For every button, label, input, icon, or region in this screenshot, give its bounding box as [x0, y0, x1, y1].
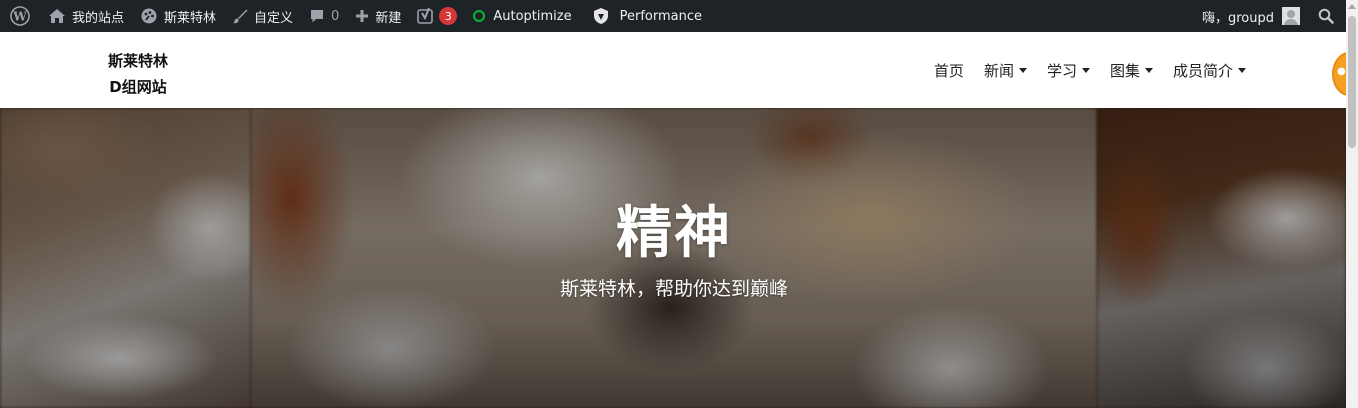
nav-item-study[interactable]: 学习 [1047, 60, 1090, 81]
my-sites-menu[interactable]: 我的站点 [40, 0, 132, 32]
comment-bubble-icon [309, 8, 325, 24]
seo-menu[interactable]: 3 [409, 0, 465, 32]
admin-search-button[interactable] [1306, 0, 1346, 32]
scroll-up-icon[interactable] [1348, 4, 1356, 9]
nav-item-gallery[interactable]: 图集 [1110, 60, 1153, 81]
autoptimize-label: Autoptimize [493, 8, 572, 24]
new-content-menu[interactable]: 新建 [347, 0, 409, 32]
customize-link[interactable]: 自定义 [224, 0, 301, 32]
status-ring-icon [473, 10, 486, 22]
nav-item-members[interactable]: 成员简介 [1173, 60, 1246, 81]
hero-title: 精神 [616, 201, 732, 266]
admin-bar: W 我的站点 斯莱特林 自定义 0 新建 3 Autoptimize Perfo… [0, 0, 1346, 32]
chevron-down-icon [1018, 67, 1027, 73]
wordpress-logo-icon: W [10, 6, 30, 26]
svg-text:W: W [12, 10, 27, 24]
nav-item-label: 图集 [1109, 61, 1140, 80]
nav-item-label: 首页 [933, 61, 964, 80]
scrollbar-thumb[interactable] [1348, 16, 1356, 148]
performance-menu[interactable]: Performance [580, 0, 710, 32]
my-sites-label: 我的站点 [72, 10, 125, 26]
palette-icon [140, 7, 158, 25]
admin-bar-right: 嗨，groupd [1194, 0, 1346, 32]
main-navigation: 首页 新闻 学习 图集 成员简介 [0, 32, 1346, 108]
search-icon [1318, 8, 1334, 24]
avatar-icon [1282, 7, 1300, 25]
comments-link[interactable]: 0 [301, 0, 347, 32]
floating-widget-glyph: ● [1337, 66, 1346, 77]
plus-icon [355, 9, 369, 23]
site-name-menu[interactable]: 斯莱特林 [132, 0, 224, 32]
updates-badge: 3 [439, 7, 458, 25]
chevron-down-icon [1238, 67, 1246, 73]
autoptimize-menu[interactable]: Autoptimize [465, 0, 579, 32]
performance-label: Performance [619, 8, 702, 24]
hero-text: 精神 斯莱特林，帮助你达到巅峰 [251, 198, 1097, 302]
comments-count: 0 [331, 8, 340, 24]
shield-icon [592, 7, 610, 25]
brush-icon [232, 8, 248, 24]
site-header: 斯莱特林 D组网站 首页 新闻 学习 图集 成员简介 [0, 32, 1346, 108]
chevron-down-icon [1144, 67, 1153, 73]
customize-label: 自定义 [254, 10, 294, 26]
greeting-label: 嗨，groupd [1201, 10, 1274, 26]
my-account-menu[interactable]: 嗨，groupd [1194, 0, 1306, 32]
nav-item-news[interactable]: 新闻 [984, 60, 1027, 81]
site-name-label: 斯莱特林 [164, 10, 217, 26]
nav-item-label: 新闻 [983, 61, 1014, 80]
chevron-down-icon [1081, 67, 1090, 73]
dashboard-icon [48, 8, 66, 24]
new-label: 新建 [375, 10, 402, 26]
nav-item-label: 学习 [1046, 61, 1077, 80]
wordpress-logo-button[interactable]: W [0, 0, 40, 32]
hero-banner: 精神 斯莱特林，帮助你达到巅峰 [0, 108, 1346, 408]
yoast-seo-icon [417, 7, 435, 25]
hero-subtitle: 斯莱特林，帮助你达到巅峰 [559, 278, 788, 300]
nav-item-label: 成员简介 [1172, 61, 1233, 80]
nav-item-home[interactable]: 首页 [934, 60, 964, 81]
main-nav-list: 首页 新闻 学习 图集 成员简介 [914, 32, 1246, 108]
admin-bar-left: W 我的站点 斯莱特林 自定义 0 新建 3 Autoptimize Perfo… [0, 0, 710, 32]
page-scrollbar[interactable] [1346, 0, 1358, 408]
